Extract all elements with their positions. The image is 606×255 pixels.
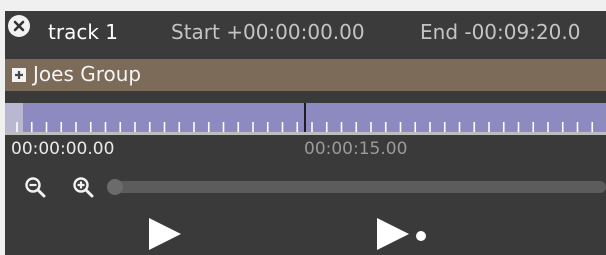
timeline-ruler[interactable] — [5, 103, 606, 132]
time-label-mid: 00:00:15.00 — [304, 139, 408, 159]
track-header: track 1 Start +00:00:00.00 End -00:09:20… — [5, 11, 606, 53]
time-label-start: 00:00:00.00 — [11, 139, 115, 159]
start-time-label: Start +00:00:00.00 — [171, 20, 365, 44]
plus-icon — [15, 71, 23, 79]
zoom-slider-track[interactable] — [109, 181, 606, 193]
zoom-out-icon[interactable] — [24, 176, 46, 198]
play-to-point-icon[interactable] — [375, 217, 427, 251]
group-name: Joes Group — [33, 62, 142, 86]
close-icon — [13, 20, 25, 32]
group-row[interactable]: Joes Group — [5, 59, 606, 91]
timeline-panel: track 1 Start +00:00:00.00 End -00:09:20… — [5, 11, 606, 255]
track-name[interactable]: track 1 — [48, 20, 118, 44]
ruler-baseline — [5, 132, 606, 135]
ruler-ticks — [16, 103, 594, 132]
play-icon[interactable] — [147, 217, 183, 251]
zoom-in-icon[interactable] — [72, 176, 94, 198]
close-track-button[interactable] — [8, 15, 30, 37]
zoom-slider-thumb[interactable] — [107, 179, 123, 195]
expand-group-button[interactable] — [12, 68, 26, 82]
end-time-label: End -00:09:20.0 — [420, 20, 581, 44]
